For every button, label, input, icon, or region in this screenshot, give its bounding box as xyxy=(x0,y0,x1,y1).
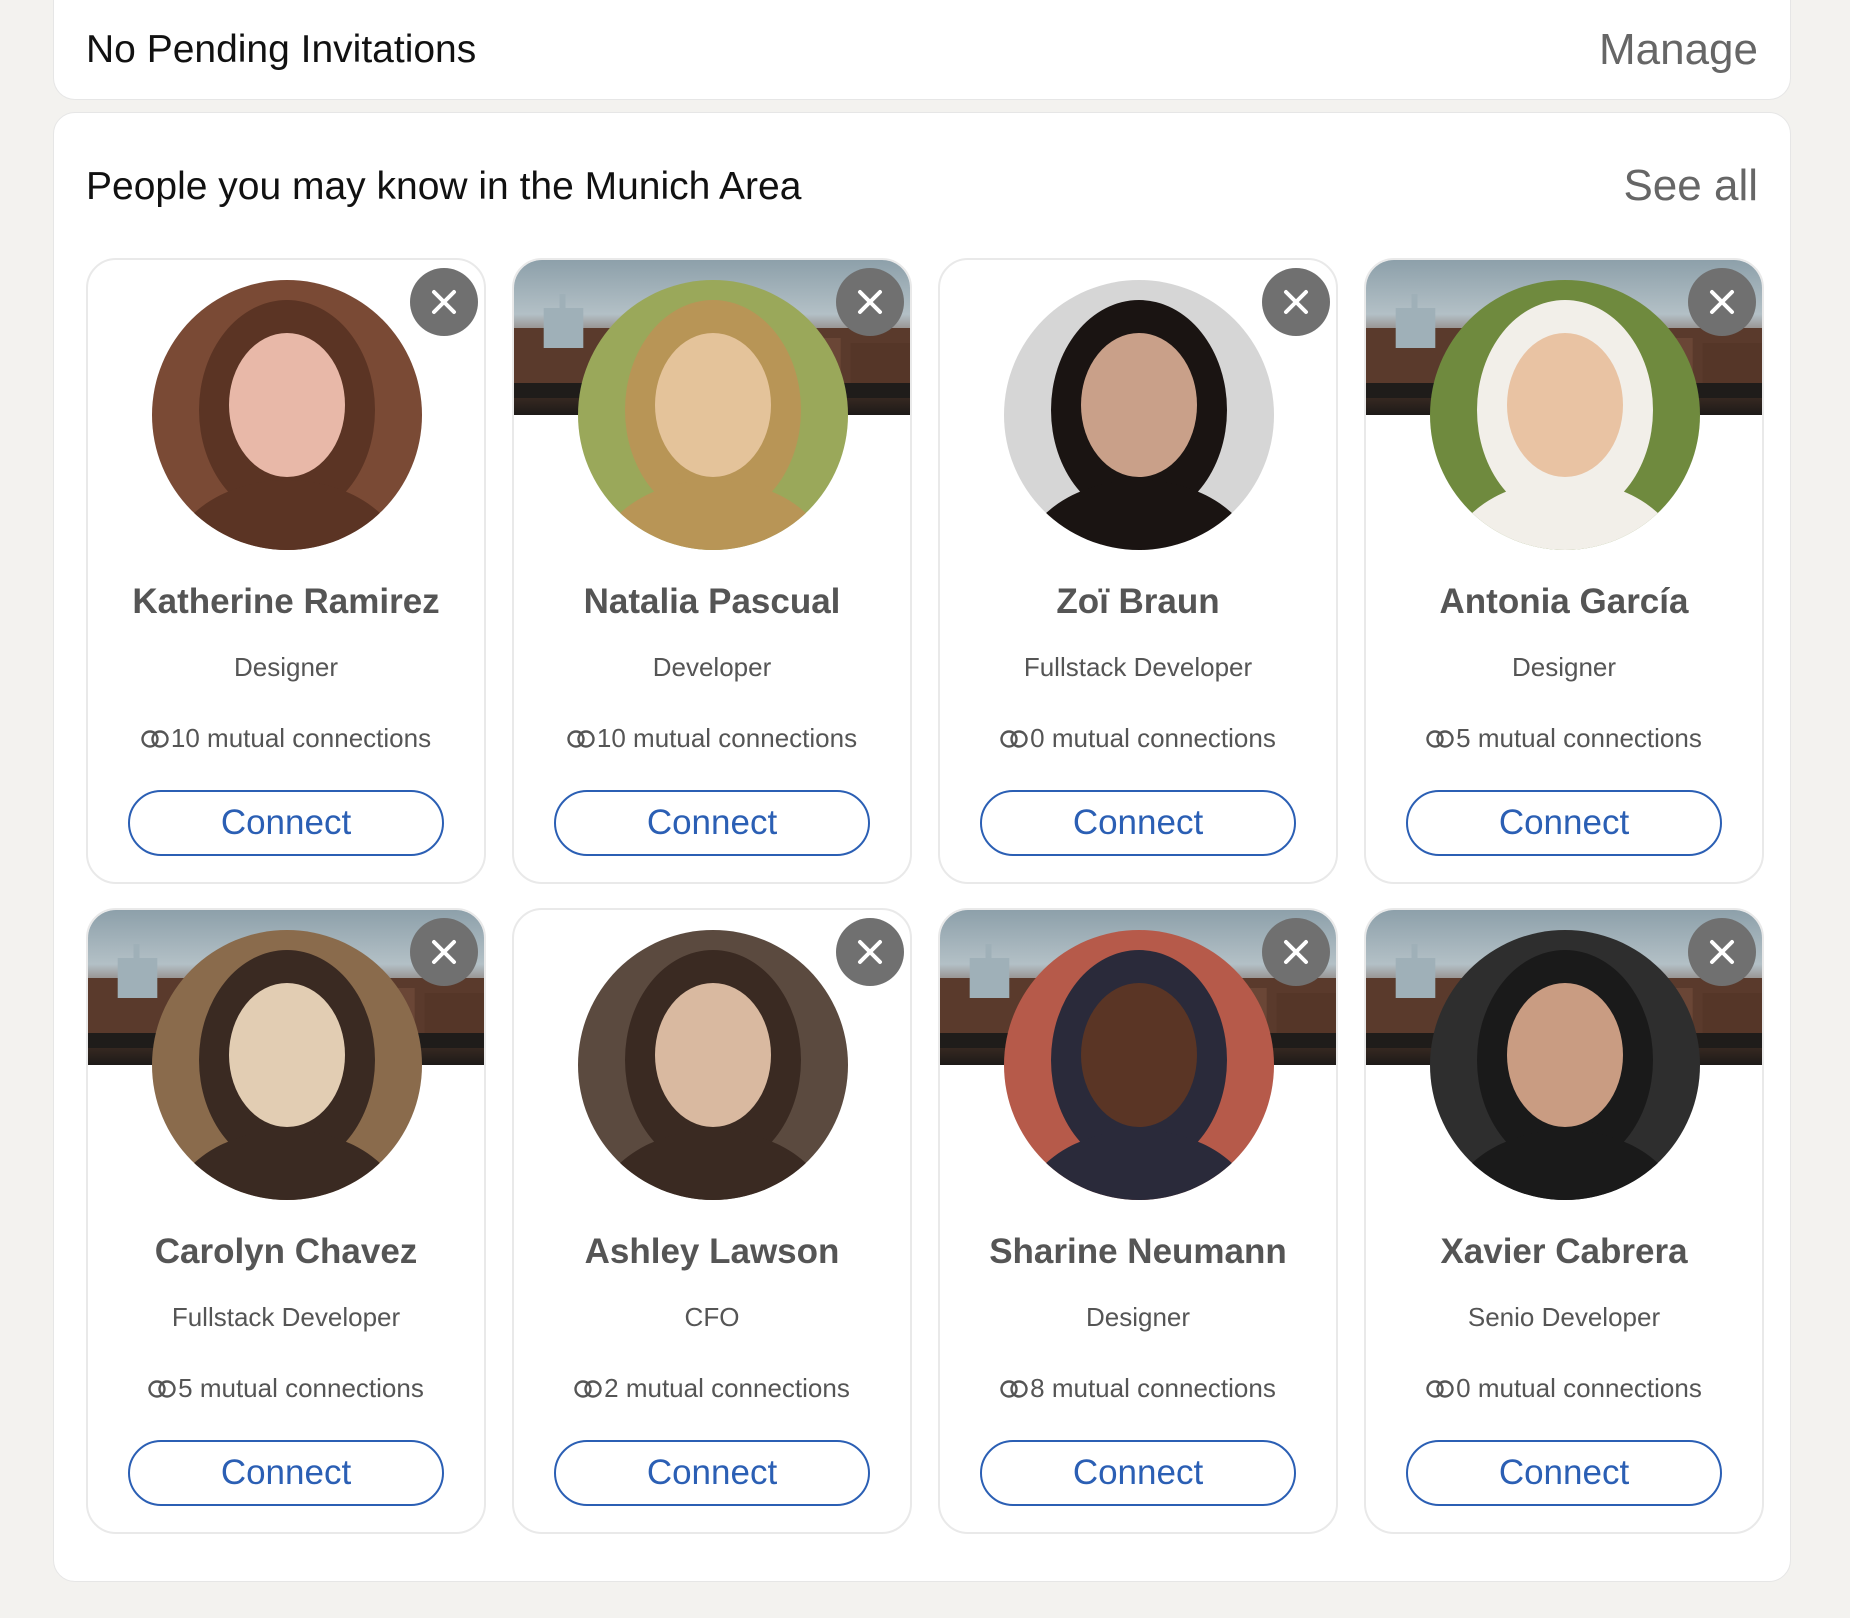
mutual-connections-text: 10 mutual connections xyxy=(596,723,858,753)
close-icon xyxy=(432,290,456,314)
mutual-connections[interactable]: 2 mutual connections xyxy=(514,1373,910,1404)
profile-photo[interactable] xyxy=(578,930,848,1200)
person-headline: Designer xyxy=(233,652,339,682)
manage-invitations-link[interactable]: Manage xyxy=(1599,25,1758,75)
dismiss-suggestion-button[interactable] xyxy=(1688,918,1756,986)
person-headline: Developer xyxy=(652,652,772,682)
person-name[interactable]: Carolyn Chavez xyxy=(88,1232,484,1272)
mutual-connections[interactable]: 0 mutual connections xyxy=(940,723,1336,754)
mutual-connections[interactable]: 10 mutual connections xyxy=(88,723,484,754)
person-card-6: Ashley Lawson CFO 2 mutual connections C… xyxy=(512,908,912,1534)
person-card-8: Xavier Cabrera Senio Developer 0 mutual … xyxy=(1364,908,1764,1534)
dismiss-suggestion-button[interactable] xyxy=(836,268,904,336)
profile-photo[interactable] xyxy=(1430,280,1700,550)
mutual-connections-text: 0 mutual connections xyxy=(1030,723,1276,753)
mutual-connections-icon xyxy=(567,729,595,748)
avatar-image xyxy=(578,930,848,1200)
person-headline: Fullstack Developer xyxy=(1023,652,1253,682)
mutual-connections-icon xyxy=(1000,729,1028,748)
mutual-connections-text: 0 mutual connections xyxy=(1456,1373,1702,1403)
mutual-connections-text: 10 mutual connections xyxy=(170,723,432,753)
dismiss-suggestion-button[interactable] xyxy=(410,918,478,986)
avatar-image xyxy=(152,280,422,550)
close-icon xyxy=(1710,290,1734,314)
person-headline: Fullstack Developer xyxy=(171,1302,401,1332)
person-name[interactable]: Katherine Ramirez xyxy=(88,582,484,622)
profile-photo[interactable] xyxy=(152,280,422,550)
avatar-image xyxy=(578,280,848,550)
mutual-connections-icon xyxy=(574,1379,602,1398)
mutual-connections[interactable]: 5 mutual connections xyxy=(88,1373,484,1404)
person-name[interactable]: Zoï Braun xyxy=(940,582,1336,622)
close-icon xyxy=(1284,940,1308,964)
close-icon xyxy=(858,290,882,314)
person-headline: Designer xyxy=(1085,1302,1191,1332)
mutual-connections[interactable]: 10 mutual connections xyxy=(514,723,910,754)
connect-button[interactable]: Connect xyxy=(980,1440,1296,1506)
avatar-image xyxy=(152,930,422,1200)
invitations-card: No Pending Invitations Manage xyxy=(53,0,1791,100)
person-headline: Senio Developer xyxy=(1467,1302,1661,1332)
profile-photo[interactable] xyxy=(152,930,422,1200)
connect-button[interactable]: Connect xyxy=(980,790,1296,856)
person-name[interactable]: Antonia García xyxy=(1366,582,1762,622)
connect-button[interactable]: Connect xyxy=(128,790,444,856)
avatar-image xyxy=(1430,280,1700,550)
mutual-connections[interactable]: 0 mutual connections xyxy=(1366,1373,1762,1404)
close-icon xyxy=(1710,940,1734,964)
profile-photo[interactable] xyxy=(1430,930,1700,1200)
dismiss-suggestion-button[interactable] xyxy=(1262,268,1330,336)
see-all-link[interactable]: See all xyxy=(1623,161,1758,211)
dismiss-suggestion-button[interactable] xyxy=(1688,268,1756,336)
mutual-connections-icon xyxy=(1426,1379,1454,1398)
close-icon xyxy=(1284,290,1308,314)
person-name[interactable]: Xavier Cabrera xyxy=(1366,1232,1762,1272)
connect-button[interactable]: Connect xyxy=(554,790,870,856)
person-name[interactable]: Ashley Lawson xyxy=(514,1232,910,1272)
invitations-title: No Pending Invitations xyxy=(86,27,477,71)
suggestion-grid: Katherine Ramirez Designer 10 mutual con… xyxy=(86,258,1764,1534)
person-card-3: Zoï Braun Fullstack Developer 0 mutual c… xyxy=(938,258,1338,884)
person-card-2: Natalia Pascual Developer 10 mutual conn… xyxy=(512,258,912,884)
mutual-connections-text: 2 mutual connections xyxy=(604,1373,850,1403)
close-icon xyxy=(858,940,882,964)
dismiss-suggestion-button[interactable] xyxy=(1262,918,1330,986)
section-title: People you may know in the Munich Area xyxy=(86,165,802,208)
connect-button[interactable]: Connect xyxy=(1406,790,1722,856)
person-card-5: Carolyn Chavez Fullstack Developer 5 mut… xyxy=(86,908,486,1534)
connect-button[interactable]: Connect xyxy=(554,1440,870,1506)
mutual-connections-icon xyxy=(1000,1379,1028,1398)
mutual-connections-text: 5 mutual connections xyxy=(178,1373,424,1403)
profile-photo[interactable] xyxy=(1004,930,1274,1200)
person-headline: CFO xyxy=(684,1302,740,1332)
mutual-connections-icon xyxy=(148,1379,176,1398)
close-icon xyxy=(432,940,456,964)
mutual-connections[interactable]: 5 mutual connections xyxy=(1366,723,1762,754)
mutual-connections-icon xyxy=(141,729,169,748)
person-card-1: Katherine Ramirez Designer 10 mutual con… xyxy=(86,258,486,884)
person-name[interactable]: Sharine Neumann xyxy=(940,1232,1336,1272)
mutual-connections-text: 5 mutual connections xyxy=(1456,723,1702,753)
dismiss-suggestion-button[interactable] xyxy=(836,918,904,986)
profile-photo[interactable] xyxy=(1004,280,1274,550)
dismiss-suggestion-button[interactable] xyxy=(410,268,478,336)
mutual-connections[interactable]: 8 mutual connections xyxy=(940,1373,1336,1404)
person-card-4: Antonia García Designer 5 mutual connect… xyxy=(1364,258,1764,884)
avatar-image xyxy=(1004,930,1274,1200)
profile-photo[interactable] xyxy=(578,280,848,550)
mutual-connections-icon xyxy=(1426,729,1454,748)
network-page: No Pending Invitations Manage People you… xyxy=(53,0,1791,1582)
person-headline: Designer xyxy=(1511,652,1617,682)
person-card-7: Sharine Neumann Designer 8 mutual connec… xyxy=(938,908,1338,1534)
avatar-image xyxy=(1004,280,1274,550)
people-you-may-know-card: People you may know in the Munich Area S… xyxy=(53,112,1791,1582)
person-name[interactable]: Natalia Pascual xyxy=(514,582,910,622)
connect-button[interactable]: Connect xyxy=(1406,1440,1722,1506)
connect-button[interactable]: Connect xyxy=(128,1440,444,1506)
mutual-connections-text: 8 mutual connections xyxy=(1030,1373,1276,1403)
avatar-image xyxy=(1430,930,1700,1200)
